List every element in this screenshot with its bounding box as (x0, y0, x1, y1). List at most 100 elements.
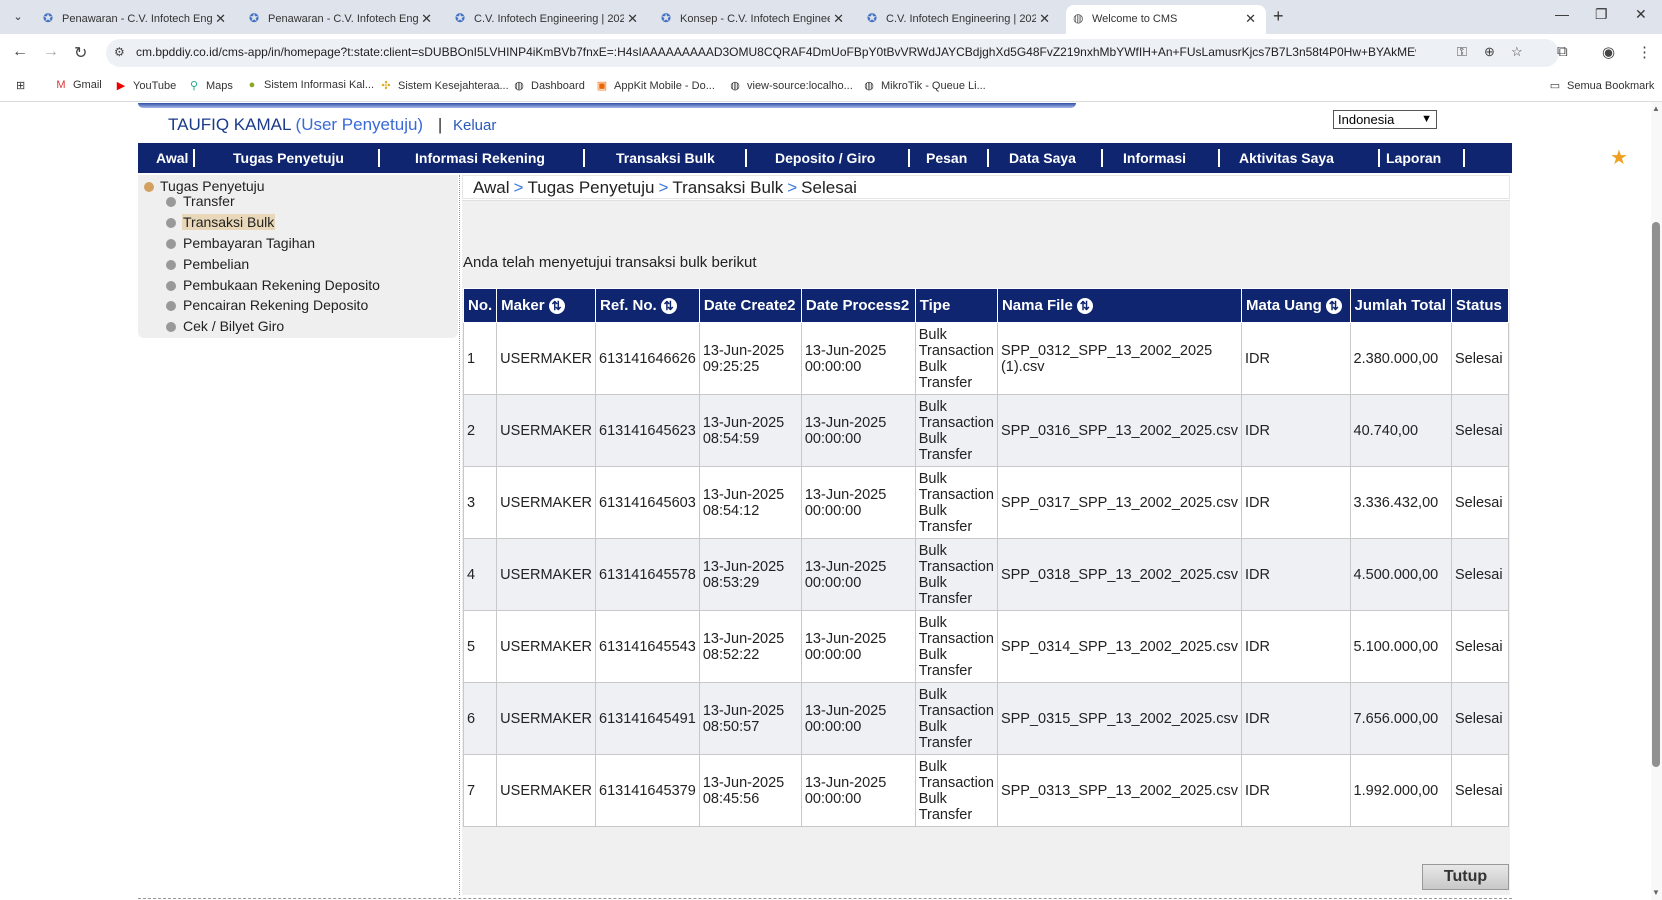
bookmark-view-source[interactable]: ◍ view-source:localho... (728, 79, 853, 92)
new-tab-icon[interactable]: + (1273, 6, 1284, 27)
browser-tab[interactable]: ✪ Konsep - C.V. Infotech Enginee ✕ (654, 5, 854, 34)
table-row[interactable]: 6 USERMAKER 613141645491 13-Jun-2025 08:50:5… (462, 682, 1509, 755)
menu-data-saya[interactable]: Data Saya (1009, 143, 1076, 173)
menu-laporan[interactable]: Laporan (1386, 143, 1441, 173)
table-row[interactable]: 2 USERMAKER 613141645623 13-Jun-2025 08:54:5… (462, 394, 1509, 467)
cell-mata-uang: IDR (1240, 754, 1351, 827)
forward-icon[interactable]: → (43, 43, 59, 61)
scroll-up-icon[interactable]: ▲ (1652, 104, 1660, 113)
sidebar-item-cek-bilyet-giro[interactable]: Cek / Bilyet Giro (166, 318, 285, 334)
tab-close-icon[interactable]: ✕ (1245, 5, 1256, 33)
sidebar-item-transfer[interactable]: Transfer (166, 193, 236, 209)
column-header-nama-file[interactable]: Nama File ⇅ (996, 288, 1242, 323)
zoom-icon[interactable]: ⊕ (1484, 44, 1495, 60)
table-row[interactable]: 3 USERMAKER 613141645603 13-Jun-2025 08:54:1… (462, 466, 1509, 539)
maker-value: USERMAKER (500, 566, 593, 583)
cell-date-process: 13-Jun-2025 00:00:00 (800, 610, 916, 683)
sort-icon[interactable]: ⇅ (1325, 298, 1342, 315)
sort-icon[interactable]: ⇅ (660, 298, 677, 315)
apps-grid-icon[interactable]: ⊞ (16, 79, 25, 92)
browser-tab[interactable]: ✪ C.V. Infotech Engineering | 202 ✕ (860, 5, 1060, 34)
tipe-value: Bulk Transaction (918, 686, 994, 719)
browser-tab[interactable]: ✪ C.V. Infotech Engineering | 202 ✕ (448, 5, 648, 34)
bookmark-gmail[interactable]: M Gmail (54, 79, 101, 91)
profile-avatar-icon[interactable]: ◉ (1602, 43, 1615, 61)
column-header-ref-no[interactable]: Ref. No. ⇅ (595, 288, 700, 323)
breadcrumb-item[interactable]: Awal (473, 178, 510, 197)
logout-link[interactable]: Keluar (453, 117, 496, 134)
tab-close-icon[interactable]: ✕ (627, 5, 638, 33)
tab-search-dropdown-icon[interactable]: ⌄ (8, 8, 28, 26)
cell-tipe: Bulk Transaction Bulk Transfer (914, 394, 998, 467)
maker-value: USERMAKER (500, 494, 593, 511)
password-key-icon[interactable]: ⚿ (1457, 44, 1467, 60)
tipe-value: Bulk Transaction (918, 326, 994, 359)
menu-deposito-giro[interactable]: Deposito / Giro (775, 143, 875, 173)
menu-pesan[interactable]: Pesan (926, 143, 967, 173)
sort-icon[interactable]: ⇅ (548, 298, 565, 315)
sort-icon[interactable]: ⇅ (1076, 298, 1093, 315)
bookmark-dashboard[interactable]: ◍ Dashboard (512, 79, 585, 92)
bookmark-star-icon[interactable]: ☆ (1511, 44, 1523, 60)
menu-transaksi-bulk[interactable]: Transaksi Bulk (616, 143, 715, 173)
minimize-icon[interactable]: — (1555, 6, 1569, 22)
tab-close-icon[interactable]: ✕ (833, 5, 844, 33)
scrollbar-thumb[interactable] (1652, 222, 1660, 767)
cell-nama-file: SPP_0315_SPP_13_2002_2025.csv (996, 682, 1242, 755)
browser-tab[interactable]: ✪ Penawaran - C.V. Infotech Engi ✕ (36, 5, 236, 34)
menu-awal[interactable]: Awal (156, 143, 188, 173)
site-info-icon[interactable]: ⚙ (114, 45, 125, 59)
breadcrumb-item[interactable]: Tugas Penyetuju (527, 178, 654, 197)
menu-tugas-penyetuju[interactable]: Tugas Penyetuju (233, 143, 344, 173)
date-value: 13-Jun-2025 (702, 702, 785, 719)
restore-icon[interactable]: ❐ (1595, 6, 1608, 23)
close-button[interactable]: Tutup (1422, 864, 1509, 890)
sidebar-item-pencairan-rekening-deposito[interactable]: Pencairan Rekening Deposito (166, 297, 369, 313)
url-text[interactable]: cm.bpddiy.co.id/cms-app/in/homepage?t:st… (136, 45, 1416, 59)
reload-icon[interactable]: ↻ (74, 43, 87, 63)
cell-date-process: 13-Jun-2025 00:00:00 (800, 682, 916, 755)
browser-tab[interactable]: ✪ Penawaran - C.V. Infotech Engi ✕ (242, 5, 442, 34)
menu-aktivitas-saya[interactable]: Aktivitas Saya (1239, 143, 1334, 173)
tab-close-icon[interactable]: ✕ (421, 5, 432, 33)
menu-informasi[interactable]: Informasi (1123, 143, 1186, 173)
breadcrumb-item[interactable]: Transaksi Bulk (672, 178, 783, 197)
favorite-star-icon[interactable]: ★ (1610, 145, 1628, 170)
extensions-icon[interactable]: ⧉ (1557, 43, 1568, 60)
cell-maker: USERMAKER (496, 682, 597, 755)
all-bookmarks[interactable]: ▭ Semua Bookmark (1548, 79, 1655, 92)
file-name-value: SPP_0315_SPP_13_2002_2025.csv (1000, 710, 1238, 727)
status-value: Selesai (1455, 422, 1503, 439)
column-header-mata-uang[interactable]: Mata Uang ⇅ (1240, 288, 1351, 323)
table-row[interactable]: 4 USERMAKER 613141645578 13-Jun-2025 08:53:2… (462, 538, 1509, 611)
language-select[interactable]: Indonesia ▼ (1333, 110, 1437, 129)
sidebar-item-transaksi-bulk[interactable]: Transaksi Bulk (166, 214, 276, 230)
globe-icon: ◍ (514, 80, 524, 92)
bookmark-sistem-informasi[interactable]: ● Sistem Informasi Kal... (245, 79, 374, 91)
table-row[interactable]: 1 USERMAKER 613141646626 13-Jun-2025 09:25:2… (462, 322, 1509, 395)
scroll-down-icon[interactable]: ▼ (1652, 888, 1660, 897)
cell-tipe: Bulk Transaction Bulk Transfer (914, 754, 998, 827)
bookmark-youtube[interactable]: ▶ YouTube (114, 79, 176, 92)
tab-close-icon[interactable]: ✕ (215, 5, 226, 33)
window-close-icon[interactable]: ✕ (1635, 6, 1647, 23)
table-row[interactable]: 7 USERMAKER 613141645379 13-Jun-2025 08:45:5… (462, 754, 1509, 827)
menu-separator (987, 149, 989, 167)
table-row[interactable]: 5 USERMAKER 613141645543 13-Jun-2025 08:52:2… (462, 610, 1509, 683)
bookmark-maps[interactable]: ⚲ Maps (187, 79, 233, 92)
bookmark-mikrotik[interactable]: ◍ MikroTik - Queue Li... (862, 79, 986, 92)
browser-tab-active[interactable]: ◍ Welcome to CMS ✕ (1066, 5, 1266, 34)
sidebar-item-pembayaran-tagihan[interactable]: Pembayaran Tagihan (166, 235, 316, 251)
column-header-maker[interactable]: Maker ⇅ (496, 288, 597, 323)
bookmark-appkit[interactable]: ▣ AppKit Mobile - Do... (595, 79, 715, 92)
cell-jumlah-total: 40.740,00 (1349, 394, 1453, 467)
tab-close-icon[interactable]: ✕ (1039, 5, 1050, 33)
url-input[interactable]: ⚙ cm.bpddiy.co.id/cms-app/in/homepage?t:… (106, 39, 1559, 67)
back-icon[interactable]: ← (12, 43, 28, 61)
menu-informasi-rekening[interactable]: Informasi Rekening (415, 143, 545, 173)
bookmark-sistem-kesejahteraan[interactable]: ✣ Sistem Kesejahteraa... (379, 79, 508, 92)
sidebar-item-pembelian[interactable]: Pembelian (166, 256, 250, 272)
sidebar-item-pembukaan-rekening-deposito[interactable]: Pembukaan Rekening Deposito (166, 277, 381, 293)
browser-menu-icon[interactable]: ⋮ (1637, 43, 1652, 61)
sidebar-root-item[interactable]: Tugas Penyetuju (144, 178, 265, 194)
